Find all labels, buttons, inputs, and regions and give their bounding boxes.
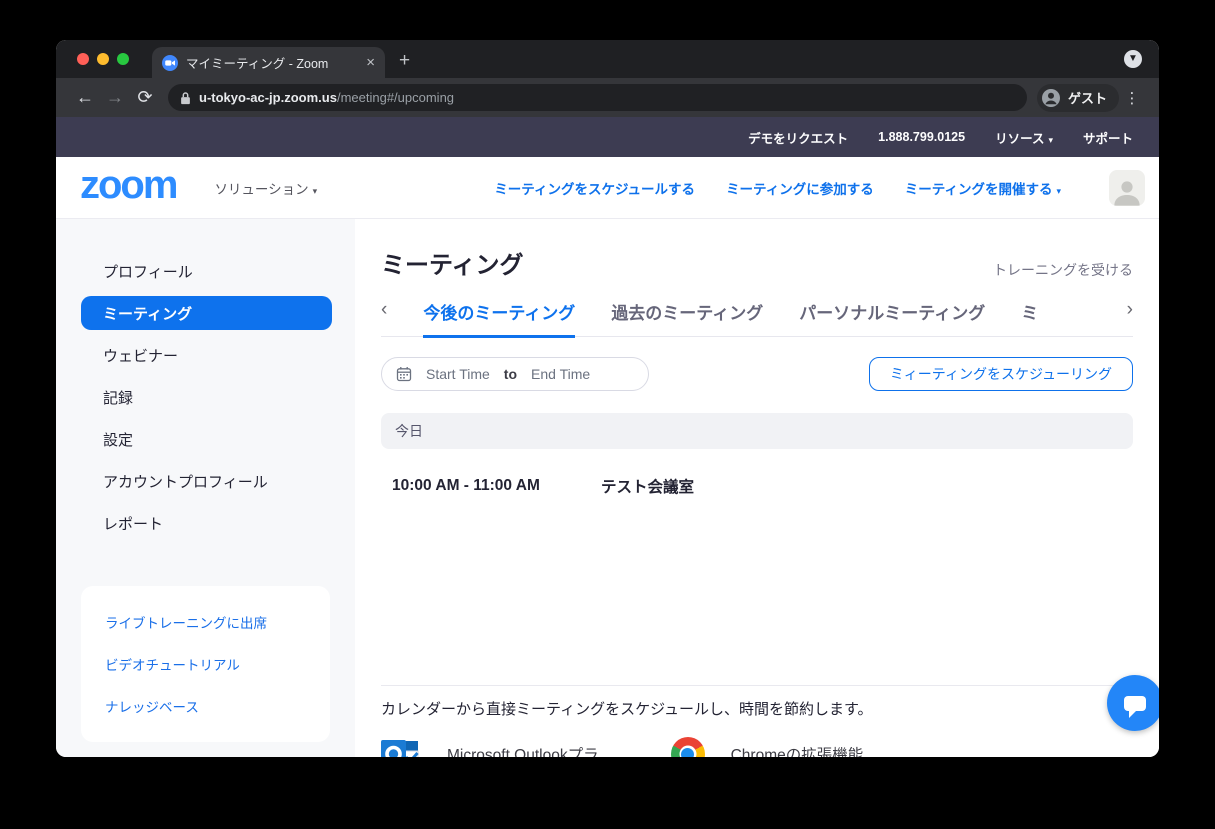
knowledge-base-link[interactable]: ナレッジベース xyxy=(81,685,330,727)
sidebar: プロフィール ミーティング ウェビナー 記録 設定 アカウントプロフィール レポ… xyxy=(56,219,355,757)
sidebar-item-profile[interactable]: プロフィール xyxy=(56,250,355,292)
schedule-meeting-button[interactable]: ミィーティングをスケジューリング xyxy=(868,357,1133,391)
forward-icon[interactable]: → xyxy=(100,87,130,108)
maximize-window-button[interactable] xyxy=(117,53,129,65)
header-nav: ミーティングをスケジュールする ミーティングに参加する ミーティングを開催する ▾ xyxy=(494,169,1145,206)
minimize-window-button[interactable] xyxy=(97,53,109,65)
chat-support-button[interactable] xyxy=(1107,675,1159,731)
tab-search-button[interactable]: ▼ xyxy=(1124,50,1142,68)
to-label: to xyxy=(503,366,518,382)
browser-tab[interactable]: マイミーティング - Zoom × xyxy=(152,47,385,78)
divider xyxy=(381,685,1133,686)
sidebar-item-webinars[interactable]: ウェビナー xyxy=(56,334,355,376)
page-title: ミーティング xyxy=(381,252,524,279)
url-host: u-tokyo-ac-jp.zoom.us xyxy=(199,89,337,105)
browser-tab-strip: マイミーティング - Zoom × + ▼ xyxy=(56,40,1159,78)
calendar-icon xyxy=(396,367,412,382)
phone-number[interactable]: 1.888.799.0125 xyxy=(878,130,965,144)
tab-truncated[interactable]: ミ xyxy=(1021,295,1038,336)
zoom-favicon-icon xyxy=(162,54,178,71)
caret-down-icon: ▾ xyxy=(1056,185,1061,196)
chrome-extension-label: Chromeの拡張機能 xyxy=(730,747,864,757)
chrome-icon xyxy=(670,737,705,757)
browser-window: マイミーティング - Zoom × + ▼ ← → ⟳ u-tokyo-ac-j… xyxy=(56,40,1159,757)
tabs-scroll-left-icon[interactable]: ‹ xyxy=(381,299,387,333)
main-panel: ミーティング トレーニングを受ける ‹ 今後のミーティング 過去のミーティング … xyxy=(355,219,1159,757)
zoom-header: zoom ソリューション ▾ ミーティングをスケジュールする ミーティングに参加す… xyxy=(56,157,1159,219)
tabs-scroll-right-icon[interactable]: › xyxy=(1127,299,1133,333)
meeting-topic-link[interactable]: テスト会議室 xyxy=(601,475,694,497)
tab-upcoming-meetings[interactable]: 今後のミーティング xyxy=(423,295,576,338)
date-range-picker[interactable]: Start Time to End Time xyxy=(381,357,649,391)
zoom-topbar: デモをリクエスト 1.888.799.0125 リソース ▾ サポート xyxy=(56,117,1159,157)
avatar[interactable] xyxy=(1109,169,1145,206)
request-demo-link[interactable]: デモをリクエスト xyxy=(748,128,848,147)
join-meeting-link[interactable]: ミーティングに参加する xyxy=(726,178,874,198)
browser-menu-icon[interactable]: ⋮ xyxy=(1119,89,1145,107)
address-bar[interactable]: u-tokyo-ac-jp.zoom.us/meeting#/upcoming xyxy=(168,84,1027,111)
chrome-extension-button[interactable]: Chromeの拡張機能 xyxy=(670,737,864,757)
tab-title: マイミーティング - Zoom xyxy=(186,57,329,71)
new-tab-button[interactable]: + xyxy=(399,50,410,72)
tab-close-icon[interactable]: × xyxy=(366,55,375,70)
calendar-promo-text: カレンダーから直接ミーティングをスケジュールし、時間を節約します。 xyxy=(381,701,873,718)
sidebar-item-reports[interactable]: レポート xyxy=(56,502,355,544)
schedule-meeting-link[interactable]: ミーティングをスケジュールする xyxy=(494,178,695,198)
caret-down-icon: ▾ xyxy=(1048,134,1053,145)
meeting-tabs: ‹ 今後のミーティング 過去のミーティング パーソナルミーティング ミ › xyxy=(381,295,1133,338)
chat-bubble-icon xyxy=(1124,695,1146,718)
caret-down-icon: ▾ xyxy=(312,185,318,196)
reload-icon[interactable]: ⟳ xyxy=(130,87,160,108)
resources-menu[interactable]: リソース ▾ xyxy=(995,128,1053,147)
outlook-icon xyxy=(381,740,419,757)
attend-live-training-link[interactable]: ライブトレーニングに出席 xyxy=(81,601,330,643)
tab-personal-meetings[interactable]: パーソナルミーティング xyxy=(799,295,985,336)
guest-label: ゲスト xyxy=(1067,91,1107,106)
sidebar-item-settings[interactable]: 設定 xyxy=(56,418,355,460)
get-training-link[interactable]: トレーニングを受ける xyxy=(993,260,1133,280)
video-tutorials-link[interactable]: ビデオチュートリアル xyxy=(81,643,330,685)
sidebar-footer-card: ライブトレーニングに出席 ビデオチュートリアル ナレッジベース xyxy=(81,586,330,742)
meeting-time: 10:00 AM - 11:00 AM xyxy=(392,477,540,494)
person-silhouette-icon xyxy=(1114,180,1140,206)
guest-profile-badge[interactable]: ゲスト xyxy=(1036,83,1119,112)
person-icon xyxy=(1041,88,1060,107)
lock-icon xyxy=(181,91,190,104)
sidebar-item-account-profile[interactable]: アカウントプロフィール xyxy=(56,460,355,502)
window-controls xyxy=(77,53,129,65)
outlook-plugin-label: Microsoft Outlookプラ xyxy=(447,747,599,757)
sidebar-item-recordings[interactable]: 記録 xyxy=(56,376,355,418)
today-section-header: 今日 xyxy=(381,413,1133,449)
start-time-input[interactable]: Start Time xyxy=(426,366,490,382)
sidebar-item-meetings[interactable]: ミーティング xyxy=(81,296,332,330)
close-window-button[interactable] xyxy=(77,53,89,65)
end-time-input[interactable]: End Time xyxy=(531,366,590,382)
outlook-plugin-button[interactable]: Microsoft Outlookプラ xyxy=(381,737,599,757)
zoom-logo[interactable]: zoom xyxy=(80,165,178,205)
url-path: /meeting#/upcoming xyxy=(336,89,455,105)
host-meeting-menu[interactable]: ミーティングを開催する ▾ xyxy=(905,178,1061,198)
integrations-section: カレンダーから直接ミーティングをスケジュールし、時間を節約します。 Micros… xyxy=(381,685,1133,757)
solutions-menu[interactable]: ソリューション ▾ xyxy=(214,178,317,198)
back-icon[interactable]: ← xyxy=(70,87,100,108)
page-content: プロフィール ミーティング ウェビナー 記録 設定 アカウントプロフィール レポ… xyxy=(56,219,1159,757)
support-link[interactable]: サポート xyxy=(1083,128,1133,147)
tab-previous-meetings[interactable]: 過去のミーティング xyxy=(611,295,763,336)
browser-toolbar: ← → ⟳ u-tokyo-ac-jp.zoom.us/meeting#/upc… xyxy=(56,78,1159,117)
meeting-row: 10:00 AM - 11:00 AM テスト会議室 xyxy=(381,475,1133,497)
